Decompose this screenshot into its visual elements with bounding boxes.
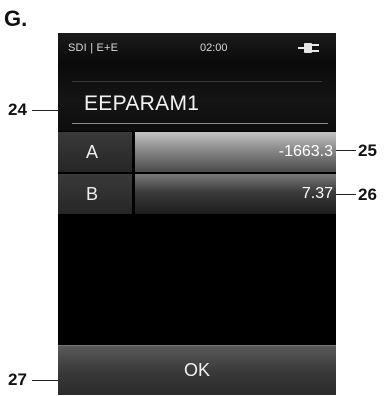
- parameter-header: EEPARAM1: [58, 63, 336, 131]
- row-b[interactable]: B 7.37: [58, 174, 336, 214]
- status-bar: SDI | E+E 02:00: [58, 33, 336, 63]
- empty-content-area: [58, 215, 336, 345]
- status-source: SDI | E+E: [68, 42, 119, 54]
- row-key-a[interactable]: A: [58, 132, 135, 172]
- row-a[interactable]: A -1663.3: [58, 132, 336, 172]
- row-value-b[interactable]: 7.37: [135, 174, 336, 214]
- callout-27: 27: [8, 370, 27, 389]
- status-time: 02:00: [200, 42, 228, 54]
- callout-25-leader: [334, 150, 356, 151]
- callout-24: 24: [8, 100, 27, 119]
- divider: [72, 123, 328, 124]
- plug-icon: [298, 43, 319, 53]
- callout-26-leader: [334, 194, 356, 195]
- figure-label: G.: [4, 6, 28, 31]
- device-screen: SDI | E+E 02:00 EEPARAM1 A -1663.3 B 7.3…: [58, 33, 336, 395]
- callout-26: 26: [358, 185, 377, 204]
- ok-button[interactable]: OK: [58, 345, 336, 395]
- parameter-name: EEPARAM1: [84, 92, 200, 115]
- callout-25: 25: [358, 141, 377, 160]
- row-key-b[interactable]: B: [58, 174, 135, 214]
- divider: [72, 81, 322, 82]
- row-value-a[interactable]: -1663.3: [135, 132, 336, 172]
